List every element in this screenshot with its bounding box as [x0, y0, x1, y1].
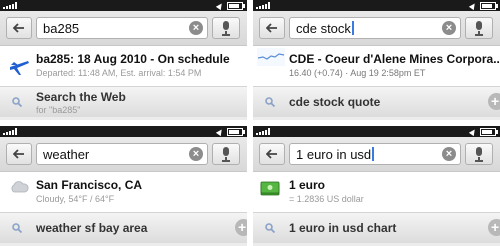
suggestion-text: 1 euro in usd chart [289, 221, 397, 235]
signal-icon [256, 128, 270, 135]
search-bar: cde stock × [253, 11, 500, 46]
battery-icon [480, 1, 498, 10]
clear-icon[interactable]: × [189, 147, 203, 161]
plus-icon[interactable]: + [488, 219, 500, 236]
text-caret [372, 147, 375, 161]
result-row[interactable]: San Francisco, CA Cloudy, 54°F / 64°F [0, 172, 247, 213]
search-bar: weather × [0, 137, 247, 172]
suggestion-row[interactable]: 1 euro in usd chart + [253, 213, 500, 243]
signal-icon [256, 2, 270, 9]
stock-chart-icon [257, 48, 285, 66]
battery-icon [227, 1, 245, 10]
magnifier-icon [12, 223, 22, 233]
result-subtitle: = 1.2836 US dollar [289, 194, 364, 204]
signal-icon [3, 128, 17, 135]
status-bar [253, 126, 500, 137]
suggestion-subtext: for "ba285" [36, 105, 81, 115]
search-bar: 1 euro in usd × [253, 137, 500, 172]
result-title: San Francisco, CA [36, 178, 143, 192]
suggestion-text: weather sf bay area [36, 221, 148, 235]
status-bar [0, 126, 247, 137]
money-icon [260, 181, 280, 196]
cloud-icon [11, 181, 29, 193]
search-input[interactable]: 1 euro in usd × [289, 143, 461, 165]
battery-icon [227, 127, 245, 136]
panel-stock: cde stock × CDE - Coeur d'Alene Mines Co… [253, 0, 500, 120]
back-arrow-icon [13, 149, 24, 159]
back-button[interactable] [6, 17, 32, 39]
airplane-icon [10, 61, 29, 75]
magnifier-icon [265, 97, 275, 107]
search-query: ba285 [43, 21, 80, 36]
back-arrow-icon [266, 23, 277, 33]
location-icon [468, 127, 478, 136]
result-row[interactable]: 1 euro = 1.2836 US dollar [253, 172, 500, 213]
panel-currency: 1 euro in usd × 1 euro = 1.2836 US dolla… [253, 126, 500, 246]
suggestion-row[interactable]: Search the Web for "ba285" [0, 87, 247, 117]
battery-icon [480, 127, 498, 136]
voice-search-button[interactable] [212, 143, 240, 165]
back-button[interactable] [259, 143, 285, 165]
search-input[interactable]: weather × [36, 143, 208, 165]
search-input[interactable]: ba285 × [36, 17, 208, 39]
voice-search-button[interactable] [212, 17, 240, 39]
magnifier-icon [12, 97, 22, 107]
clear-icon[interactable]: × [189, 21, 203, 35]
back-arrow-icon [13, 23, 24, 33]
result-title: ba285: 18 Aug 2010 - On schedule [36, 52, 230, 66]
location-icon [215, 1, 225, 10]
text-caret [351, 21, 354, 35]
search-query: weather [43, 147, 90, 162]
result-subtitle: Departed: 11:48 AM, Est. arrival: 1:54 P… [36, 68, 202, 78]
voice-search-button[interactable] [465, 143, 493, 165]
panel-weather: weather × San Francisco, CA Cloudy, 54°F… [0, 126, 247, 246]
result-subtitle: Cloudy, 54°F / 64°F [36, 194, 115, 204]
clear-icon[interactable]: × [442, 147, 456, 161]
suggestion-row[interactable]: cde stock quote + [253, 87, 500, 117]
location-icon [215, 127, 225, 136]
suggestion-row[interactable]: weather sf bay area + [0, 213, 247, 243]
result-title: CDE - Coeur d'Alene Mines Corpora... [289, 52, 500, 66]
suggestion-text: cde stock quote [289, 95, 381, 109]
suggestion-text: Search the Web [36, 90, 126, 104]
result-title: 1 euro [289, 178, 326, 192]
signal-icon [3, 2, 17, 9]
plus-icon[interactable]: + [235, 219, 247, 236]
panel-flight: ba285 × ba285: 18 Aug 2010 - On schedule… [0, 0, 247, 120]
result-subtitle: 16.40 (+0.74) · Aug 19 2:58pm ET [289, 68, 426, 78]
location-icon [468, 1, 478, 10]
voice-search-button[interactable] [465, 17, 493, 39]
result-row[interactable]: ba285: 18 Aug 2010 - On schedule Departe… [0, 46, 247, 87]
search-query: 1 euro in usd [296, 147, 372, 162]
search-query: cde stock [296, 21, 351, 36]
clear-icon[interactable]: × [442, 21, 456, 35]
status-bar [253, 0, 500, 11]
magnifier-icon [265, 223, 275, 233]
plus-icon[interactable]: + [488, 93, 500, 110]
search-bar: ba285 × [0, 11, 247, 46]
back-arrow-icon [266, 149, 277, 159]
status-bar [0, 0, 247, 11]
back-button[interactable] [6, 143, 32, 165]
search-input[interactable]: cde stock × [289, 17, 461, 39]
result-row[interactable]: CDE - Coeur d'Alene Mines Corpora... 16.… [253, 46, 500, 87]
back-button[interactable] [259, 17, 285, 39]
